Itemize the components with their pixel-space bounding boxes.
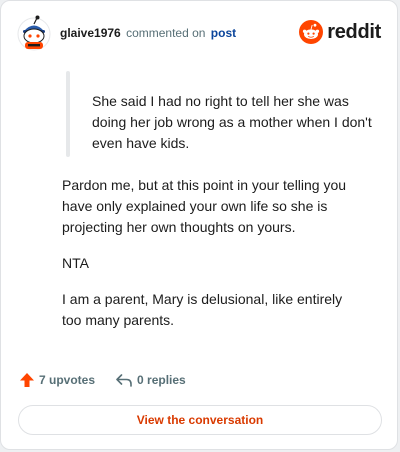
username-link[interactable]: glaive1976	[60, 26, 121, 40]
upvote-button[interactable]: 7 upvotes	[19, 372, 95, 388]
reddit-logo-icon	[299, 20, 324, 44]
upvote-count: 7 upvotes	[39, 373, 96, 387]
upvote-arrow-icon	[20, 373, 34, 387]
comment-actions: 7 upvotes 0 replies	[19, 369, 186, 391]
view-conversation-button[interactable]: View the conversation	[18, 405, 382, 435]
comment-body: Pardon me, but at this point in your tel…	[62, 175, 362, 346]
quote-bar	[66, 71, 70, 157]
comment-header: glaive1976 commented on post reddit	[17, 15, 381, 55]
quote-text: She said I had no right to tell her she …	[92, 93, 372, 151]
embedded-comment-card: glaive1976 commented on post reddit She …	[0, 0, 398, 450]
reply-button[interactable]: 0 replies	[115, 372, 186, 388]
snoo-avatar-icon[interactable]	[17, 15, 51, 51]
reply-count: 0 replies	[137, 373, 186, 387]
reply-arrow-icon	[116, 374, 132, 387]
post-link[interactable]: post	[211, 26, 236, 40]
comment-paragraph: NTA	[62, 255, 89, 271]
comment-meta: glaive1976 commented on post	[60, 26, 236, 40]
reddit-wordmark: reddit	[327, 20, 381, 43]
reddit-brand[interactable]: reddit	[299, 18, 381, 46]
action-text: commented on	[126, 26, 206, 40]
comment-paragraph: I am a parent, Mary is delusional, like …	[62, 291, 343, 328]
comment-paragraph: Pardon me, but at this point in your tel…	[62, 177, 347, 235]
